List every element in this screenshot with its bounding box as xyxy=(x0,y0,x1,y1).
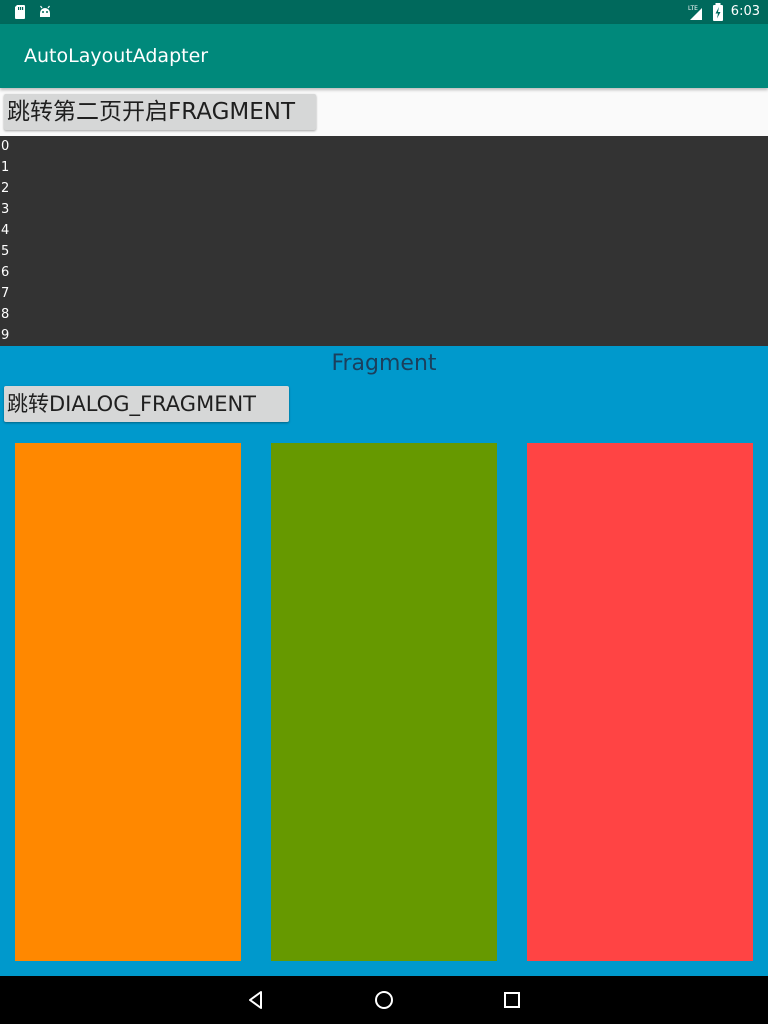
list-item[interactable]: 4 xyxy=(0,220,768,241)
green-block xyxy=(271,443,497,961)
fragment-title: Fragment xyxy=(331,351,437,376)
app-bar: AutoLayoutAdapter xyxy=(0,24,768,88)
list-item[interactable]: 8 xyxy=(0,304,768,325)
list-item[interactable]: 0 xyxy=(0,136,768,157)
fragment-container: Fragment 跳转DIALOG_FRAGMENT xyxy=(0,346,768,976)
home-icon[interactable] xyxy=(372,988,396,1012)
sd-card-icon xyxy=(15,5,25,19)
android-debug-icon xyxy=(40,5,50,17)
number-list[interactable]: 0123456789 xyxy=(0,136,768,346)
list-item[interactable]: 9 xyxy=(0,325,768,346)
lte-signal-icon: LTE xyxy=(688,5,702,20)
list-item[interactable]: 1 xyxy=(0,157,768,178)
red-block xyxy=(527,443,753,961)
back-icon[interactable] xyxy=(244,988,268,1012)
app-title: AutoLayoutAdapter xyxy=(24,45,209,67)
list-item[interactable]: 7 xyxy=(0,283,768,304)
status-bar: LTE 6:03 xyxy=(0,0,768,24)
status-time: 6:03 xyxy=(730,4,760,19)
battery-charging-icon xyxy=(713,3,723,21)
list-item[interactable]: 6 xyxy=(0,262,768,283)
list-item[interactable]: 3 xyxy=(0,199,768,220)
list-item[interactable]: 5 xyxy=(0,241,768,262)
recents-icon[interactable] xyxy=(500,988,524,1012)
navigation-bar xyxy=(0,976,768,1024)
list-item[interactable]: 2 xyxy=(0,178,768,199)
svg-text:LTE: LTE xyxy=(688,5,698,12)
open-fragment-button[interactable]: 跳转第二页开启FRAGMENT xyxy=(4,94,316,130)
open-dialog-fragment-button[interactable]: 跳转DIALOG_FRAGMENT xyxy=(4,386,289,422)
orange-block xyxy=(15,443,241,961)
